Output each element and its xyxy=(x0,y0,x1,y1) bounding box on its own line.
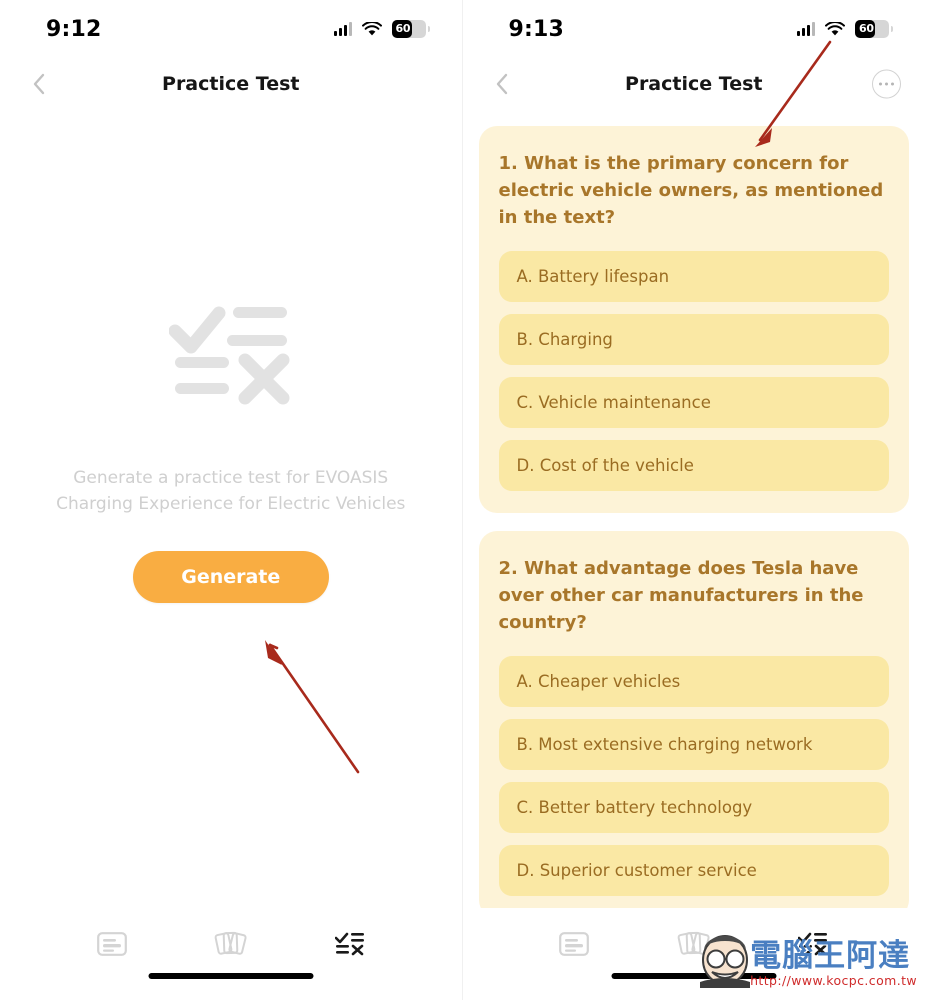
battery-icon: 60 xyxy=(855,20,893,38)
chevron-left-icon xyxy=(496,73,507,95)
tab-flashcards[interactable] xyxy=(665,922,723,966)
empty-state: Generate a practice test for EVOASIS Cha… xyxy=(0,110,462,908)
tab-bar xyxy=(0,908,462,1000)
answer-option[interactable]: C. Better battery technology xyxy=(498,782,889,833)
question-text: 2. What advantage does Tesla have over o… xyxy=(498,558,864,633)
cellular-signal-icon xyxy=(333,22,352,36)
flashcards-icon xyxy=(214,931,247,955)
more-dot xyxy=(884,82,889,86)
dual-screenshot-container: 9:12 60 Practice Test Generate a practic… xyxy=(0,0,925,1000)
practice-test-icon xyxy=(334,932,364,956)
question-text: 1. What is the primary concern for elect… xyxy=(498,153,884,228)
status-bar: 9:12 60 xyxy=(0,0,462,58)
answer-option[interactable]: A. Cheaper vehicles xyxy=(498,656,889,707)
checklist-quiz-icon xyxy=(168,306,290,405)
chevron-left-icon xyxy=(33,73,45,95)
answer-option[interactable]: D. Cost of the vehicle xyxy=(498,440,889,491)
page-title: Practice Test xyxy=(625,73,763,95)
status-time: 9:13 xyxy=(508,16,565,42)
tab-practice-test[interactable] xyxy=(321,922,379,966)
back-button[interactable] xyxy=(26,71,52,97)
right-phone-screen: 9:13 60 Practice Test 1. What is the pri… xyxy=(461,0,925,1000)
status-time: 9:12 xyxy=(46,16,102,42)
answer-option[interactable]: B. Charging xyxy=(498,314,889,365)
question-card: 1. What is the primary concern for elect… xyxy=(478,126,909,513)
status-indicators: 60 xyxy=(333,20,430,38)
home-indicator xyxy=(611,973,777,979)
answer-option[interactable]: B. Most extensive charging network xyxy=(498,719,889,770)
page-title: Practice Test xyxy=(162,73,300,95)
tab-practice-test[interactable] xyxy=(784,922,842,966)
home-indicator xyxy=(148,973,314,979)
left-phone-screen: 9:12 60 Practice Test Generate a practic… xyxy=(0,0,462,1000)
more-dot xyxy=(879,82,883,86)
question-list[interactable]: 1. What is the primary concern for elect… xyxy=(463,110,925,908)
empty-state-description: Generate a practice test for EVOASIS Cha… xyxy=(56,468,406,514)
answer-option[interactable]: A. Battery lifespan xyxy=(498,251,889,302)
battery-percent: 60 xyxy=(859,22,874,35)
battery-percent: 60 xyxy=(395,22,411,35)
answer-option[interactable]: D. Superior customer service xyxy=(498,845,889,896)
question-card: 2. What advantage does Tesla have over o… xyxy=(478,531,909,908)
more-dot xyxy=(890,82,894,86)
cellular-signal-icon xyxy=(797,22,815,36)
generate-button[interactable]: Generate xyxy=(132,551,329,603)
nav-bar: Practice Test xyxy=(0,58,462,110)
flashcards-icon xyxy=(677,931,710,955)
practice-test-icon xyxy=(798,932,828,956)
nav-bar: Practice Test xyxy=(463,58,925,110)
tab-summary[interactable] xyxy=(83,922,141,966)
tab-summary[interactable] xyxy=(545,922,603,966)
status-indicators: 60 xyxy=(797,20,893,38)
battery-icon: 60 xyxy=(391,20,430,38)
wifi-icon xyxy=(361,21,382,35)
status-bar: 9:13 60 xyxy=(463,0,925,58)
summary-card-icon xyxy=(559,932,590,956)
answer-option[interactable]: C. Vehicle maintenance xyxy=(498,377,889,428)
tab-bar xyxy=(462,908,925,1000)
summary-card-icon xyxy=(96,932,127,956)
back-button[interactable] xyxy=(489,71,515,97)
more-options-button[interactable] xyxy=(872,69,901,99)
tab-flashcards[interactable] xyxy=(202,922,260,966)
wifi-icon xyxy=(825,21,845,35)
